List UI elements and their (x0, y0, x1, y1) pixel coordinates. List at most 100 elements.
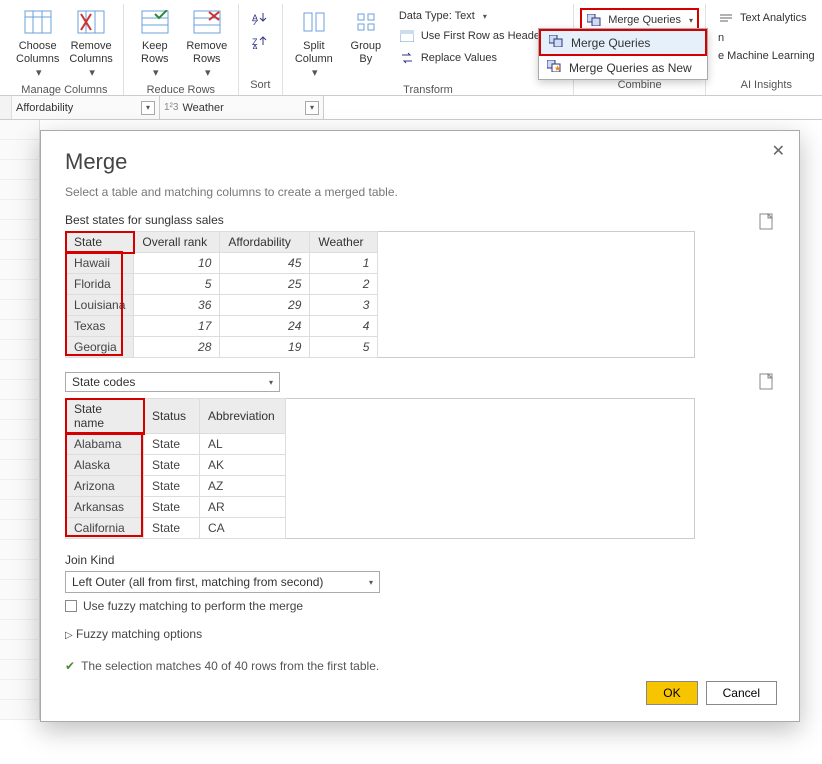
sort-asc-button[interactable]: AZ (246, 8, 274, 28)
table-row[interactable]: ArkansasStateAR (66, 497, 695, 518)
table-row[interactable]: Louisiana36293 (66, 295, 695, 316)
cell: 45 (220, 253, 310, 274)
triangle-right-icon: ▷ (65, 630, 73, 641)
table1-preview[interactable]: State Overall rank Affordability Weather… (65, 231, 695, 358)
text-analytics-label: Text Analytics (740, 12, 807, 24)
merge-queries-as-new-item[interactable]: ★ Merge Queries as New (539, 56, 707, 79)
table-row[interactable]: Florida5252 (66, 274, 695, 295)
ml-button-partial[interactable]: e Machine Learning (712, 48, 821, 64)
close-icon[interactable]: ✕ (772, 141, 785, 161)
sort-desc-button[interactable]: ZA (246, 32, 274, 52)
ml-tail: e Machine Learning (718, 50, 815, 62)
cell: State (144, 497, 200, 518)
cancel-button[interactable]: Cancel (706, 681, 777, 705)
table-row[interactable]: Georgia28195 (66, 337, 695, 358)
replace-values-label: Replace Values (421, 52, 497, 64)
vision-button-partial[interactable]: n (712, 30, 821, 46)
ribbon-group-label: Reduce Rows (130, 82, 232, 100)
table-row[interactable]: Texas17244 (66, 316, 695, 337)
merge-new-icon: ★ (547, 60, 561, 75)
expand-icon[interactable] (759, 373, 775, 391)
cell: Arkansas (66, 497, 144, 518)
table-row[interactable]: ArizonaStateAZ (66, 476, 695, 497)
cell: Hawaii (66, 253, 134, 274)
fuzzy-matching-checkbox-row[interactable]: Use fuzzy matching to perform the merge (65, 599, 775, 613)
headers-icon (399, 28, 415, 44)
keep-rows-label: Keep Rows (141, 40, 169, 65)
cell: 19 (220, 337, 310, 358)
data-type-label: Data Type: Text (399, 10, 475, 22)
split-column-button[interactable]: Split Column▾ (289, 4, 339, 82)
ribbon-group-label: Transform (289, 82, 567, 100)
table-row[interactable]: CaliforniaStateCA (66, 518, 695, 539)
sort-desc-icon: ZA (252, 34, 268, 50)
choose-columns-button[interactable]: Choose Columns▾ (12, 4, 63, 82)
checkbox-icon[interactable] (65, 600, 77, 612)
ribbon: Choose Columns▾ Remove Columns▾ Manage C… (0, 0, 822, 96)
row-gutter (0, 96, 12, 119)
data-type-button[interactable]: Data Type: Text▾ (393, 8, 567, 24)
table2-header[interactable]: Abbreviation (200, 399, 286, 434)
merge-queries-item[interactable]: Merge Queries (539, 29, 707, 56)
ribbon-group-reduce-rows: Keep Rows▾ Remove Rows▾ Reduce Rows (124, 4, 239, 95)
cell: 36 (134, 295, 220, 316)
replace-icon (399, 50, 415, 66)
merge-queries-new-dd-label: Merge Queries as New (569, 61, 692, 75)
cell: 29 (220, 295, 310, 316)
remove-columns-button[interactable]: Remove Columns▾ (65, 4, 116, 82)
col-weather-label: Weather (178, 102, 305, 114)
check-icon: ✔ (65, 659, 75, 673)
table2-header-statename[interactable]: State name (66, 399, 144, 434)
cell: CA (200, 518, 286, 539)
cell: 25 (220, 274, 310, 295)
cell: Texas (66, 316, 134, 337)
table1-header[interactable]: Weather (310, 232, 378, 253)
filter-dropdown-icon[interactable]: ▾ (305, 101, 319, 115)
ribbon-group-transform: Split Column▾ Group By Data Type: Text▾ … (283, 4, 574, 95)
dialog-subtitle: Select a table and matching columns to c… (65, 185, 775, 199)
secondary-table-value: State codes (72, 375, 135, 389)
table2-header[interactable]: Status (144, 399, 200, 434)
ribbon-group-label: Manage Columns (12, 82, 117, 100)
merge-dialog: ✕ Merge Select a table and matching colu… (40, 130, 800, 722)
table2-preview[interactable]: State name Status Abbreviation AlabamaSt… (65, 398, 695, 539)
chevron-down-icon: ▾ (369, 578, 373, 587)
cell: Florida (66, 274, 134, 295)
expand-icon[interactable] (759, 213, 775, 231)
cell: AZ (200, 476, 286, 497)
cell: 2 (310, 274, 378, 295)
split-column-icon (298, 6, 330, 38)
table-row[interactable]: AlabamaStateAL (66, 434, 695, 455)
text-analytics-icon (718, 10, 734, 26)
remove-rows-label: Remove Rows (186, 40, 227, 65)
secondary-table-select[interactable]: State codes ▾ (65, 372, 280, 392)
table1-label: Best states for sunglass sales (65, 213, 224, 227)
cell: 3 (310, 295, 378, 316)
cell: Louisiana (66, 295, 134, 316)
cell: 5 (134, 274, 220, 295)
text-analytics-button[interactable]: Text Analytics (712, 8, 821, 28)
fuzzy-options-expander[interactable]: ▷ Fuzzy matching options (65, 627, 775, 641)
cell: 17 (134, 316, 220, 337)
table1-header[interactable]: Overall rank (134, 232, 220, 253)
cell: AL (200, 434, 286, 455)
group-by-button[interactable]: Group By (341, 4, 391, 67)
cell: State (144, 518, 200, 539)
table-row[interactable]: AlaskaStateAK (66, 455, 695, 476)
ok-button[interactable]: OK (646, 681, 697, 705)
vision-tail: n (718, 32, 724, 44)
table1-header-state[interactable]: State (66, 232, 134, 253)
svg-text:Z: Z (252, 19, 258, 25)
split-column-label: Split Column (295, 40, 333, 65)
table1-header[interactable]: Affordability (220, 232, 310, 253)
svg-text:A: A (252, 43, 258, 49)
join-kind-select[interactable]: Left Outer (all from first, matching fro… (65, 571, 380, 593)
merge-queries-dd-label: Merge Queries (571, 36, 650, 50)
keep-rows-button[interactable]: Keep Rows▾ (130, 4, 180, 82)
row-headers (0, 120, 40, 720)
cell: State (144, 434, 200, 455)
ribbon-group-ai: Text Analytics n e Machine Learning AI I… (706, 4, 822, 95)
remove-rows-button[interactable]: Remove Rows▾ (182, 4, 232, 82)
table-row[interactable]: Hawaii10451 (66, 253, 695, 274)
filter-dropdown-icon[interactable]: ▾ (141, 101, 155, 115)
